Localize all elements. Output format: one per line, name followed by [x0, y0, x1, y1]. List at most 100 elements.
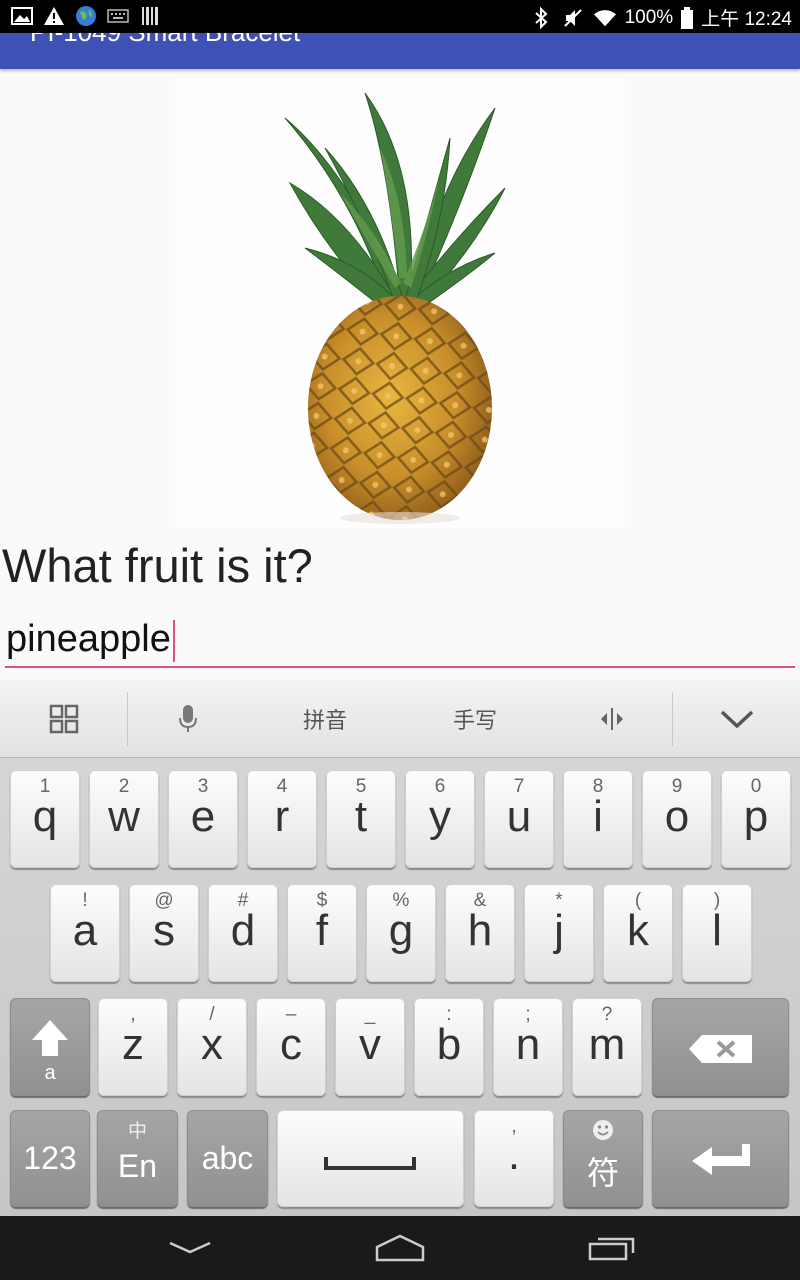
key-l[interactable]: ) l — [682, 884, 752, 982]
enter-key[interactable] — [652, 1110, 789, 1207]
fruit-image — [175, 78, 625, 528]
key-a[interactable]: ! a — [50, 884, 120, 982]
handwriting-mode-button[interactable]: 手写 — [420, 680, 530, 758]
key-label: o — [664, 792, 690, 841]
key-v[interactable]: _ v — [335, 998, 405, 1096]
key-label: u — [506, 792, 532, 841]
key-label: e — [190, 792, 216, 841]
shift-case-label: a — [44, 1062, 56, 1084]
keyboard-icon — [106, 5, 130, 27]
key-w[interactable]: 2w — [89, 770, 159, 868]
key-label: n — [515, 1020, 541, 1069]
abc-key-label: abc — [201, 1140, 254, 1176]
emoji-icon — [593, 1120, 613, 1140]
cursor-move-icon[interactable] — [572, 680, 652, 758]
key-c[interactable]: – c — [256, 998, 326, 1096]
key-label: z — [122, 1020, 144, 1069]
key-b[interactable]: :b — [414, 998, 484, 1096]
space-key[interactable] — [277, 1110, 464, 1207]
abc-key[interactable]: abc — [187, 1110, 268, 1207]
key-o[interactable]: 9o — [642, 770, 712, 868]
toolbar-divider — [672, 692, 673, 746]
key-y[interactable]: 6y — [405, 770, 475, 868]
key-label: r — [274, 792, 290, 841]
key-h[interactable]: & h — [445, 884, 515, 982]
language-key[interactable]: 中 En — [97, 1110, 178, 1207]
battery-level: 100% — [624, 6, 674, 28]
key-u[interactable]: 7u — [484, 770, 554, 868]
key-label: k — [627, 906, 649, 955]
soft-keyboard: 拼音 手写 1q2w3e4r5t6y7u8i9o0p ! a @ s # d $ f% g & h *… — [0, 680, 800, 1216]
key-label: i — [593, 792, 603, 841]
key-i[interactable]: 8i — [563, 770, 633, 868]
backspace-key[interactable] — [652, 998, 789, 1096]
image-icon — [10, 5, 34, 27]
key-label: y — [429, 792, 451, 841]
key-s[interactable]: @ s — [129, 884, 199, 982]
key-label: d — [230, 906, 256, 955]
key-label: m — [588, 1020, 626, 1069]
question-label: What fruit is it? — [2, 539, 313, 592]
hide-keyboard-chevron-icon[interactable] — [697, 680, 777, 758]
key-n[interactable]: ; n — [493, 998, 563, 1096]
key-f[interactable]: $ f — [287, 884, 357, 982]
symbol-key-label: 符 — [586, 1155, 619, 1191]
key-label: a — [72, 906, 98, 955]
key-g[interactable]: % g — [366, 884, 436, 982]
bluetooth-icon — [529, 6, 553, 29]
key-r[interactable]: 4r — [247, 770, 317, 868]
key-label: g — [388, 906, 414, 955]
warning-icon — [42, 5, 66, 27]
key-label: v — [359, 1020, 381, 1069]
key-label: t — [354, 792, 368, 841]
enter-arrow-icon — [692, 1144, 750, 1175]
battery-icon — [681, 6, 694, 29]
toolbar-divider — [127, 692, 128, 746]
language-key-label: En — [117, 1148, 158, 1184]
text-caret — [172, 619, 175, 662]
key-label: h — [467, 906, 493, 955]
space-bar-icon — [324, 1157, 416, 1170]
key-z[interactable]: ,z — [98, 998, 168, 1096]
shift-arrow-icon — [32, 1020, 68, 1056]
pineapple-image — [284, 92, 506, 524]
numbers-key[interactable]: 123 — [10, 1110, 90, 1207]
key-label: x — [201, 1020, 223, 1069]
key-k[interactable]: (k — [603, 884, 673, 982]
language-hint: 中 — [127, 1121, 147, 1142]
pinyin-mode-button[interactable]: 拼音 — [270, 680, 380, 758]
shift-key[interactable]: a — [10, 998, 90, 1096]
key-label: w — [108, 792, 140, 841]
key-x[interactable]: / x — [177, 998, 247, 1096]
barcode-icon — [138, 5, 162, 27]
symbol-key[interactable]: 符 — [563, 1110, 643, 1207]
back-chevron-icon[interactable] — [150, 1228, 230, 1268]
navigation-bar — [0, 1216, 800, 1280]
answer-text: pineapple — [6, 618, 171, 660]
key-label: f — [315, 906, 329, 955]
key-j[interactable]: * j — [524, 884, 594, 982]
wifi-icon — [593, 7, 617, 29]
app-title: PI-1049 Smart Bracelet — [30, 33, 300, 48]
key-q[interactable]: 1q — [10, 770, 80, 868]
home-icon[interactable] — [360, 1228, 440, 1268]
grid-menu-icon[interactable] — [24, 680, 104, 758]
keyboard-toolbar: 拼音 手写 — [0, 680, 800, 758]
period-key[interactable]: , . — [474, 1110, 554, 1207]
microphone-icon[interactable] — [148, 680, 228, 758]
key-e[interactable]: 3e — [168, 770, 238, 868]
clock: 上午 12:24 — [701, 9, 792, 30]
mute-icon — [561, 7, 585, 29]
key-t[interactable]: 5t — [326, 770, 396, 868]
key-m[interactable]: ? m — [572, 998, 642, 1096]
key-label: l — [712, 906, 722, 955]
key-label: c — [280, 1020, 302, 1069]
key-d[interactable]: # d — [208, 884, 278, 982]
globe-icon — [74, 5, 98, 27]
backspace-icon — [689, 1035, 752, 1063]
answer-input[interactable]: pineapple — [5, 610, 795, 668]
key-p[interactable]: 0p — [721, 770, 791, 868]
key-label: q — [32, 792, 58, 841]
recent-apps-icon[interactable] — [572, 1228, 652, 1268]
status-bar: 100% 上午 12:24 — [0, 0, 800, 33]
